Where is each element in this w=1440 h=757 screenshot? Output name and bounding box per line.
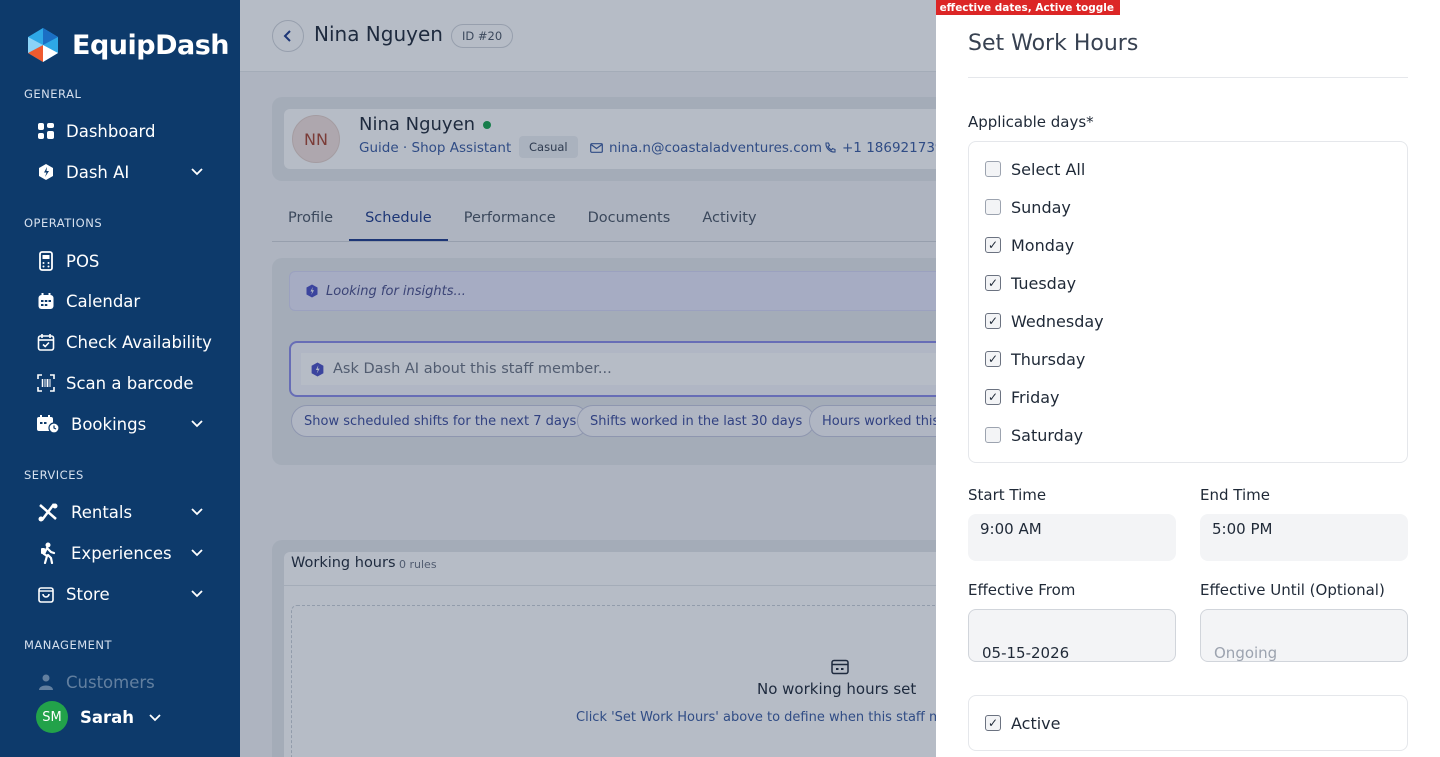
checkbox-label: Tuesday — [1011, 273, 1077, 293]
sidebar-item-bookings[interactable]: Bookings — [36, 408, 216, 440]
checkmark-icon[interactable]: ✓ — [985, 275, 1001, 291]
sidebar-item-scan-barcode[interactable]: Scan a barcode — [36, 367, 216, 399]
chevron-down-icon — [191, 590, 203, 598]
sidebar-item-label: Scan a barcode — [66, 373, 194, 393]
checkbox[interactable] — [985, 199, 1001, 215]
sidebar-item-label: Customers — [66, 672, 155, 692]
sidebar-item-dash-ai[interactable]: Dash AI — [36, 156, 216, 188]
active-toggle-box: ✓ Active — [968, 695, 1408, 751]
chevron-down-icon — [191, 549, 203, 557]
sidebar-item-label: Bookings — [71, 414, 147, 434]
sidebar-item-dashboard[interactable]: Dashboard — [36, 115, 216, 147]
brand-logo[interactable]: EquipDash — [24, 26, 230, 64]
section-services: SERVICES — [24, 468, 84, 482]
sidebar-item-label: Store — [66, 584, 110, 604]
calendar-icon — [36, 291, 56, 311]
sidebar-item-label: Check Availability — [66, 332, 212, 352]
chevron-down-icon — [191, 420, 203, 428]
avatar: SM — [36, 701, 68, 733]
pos-icon — [36, 251, 56, 271]
shopping-bag-icon — [36, 584, 56, 604]
checkbox-label: Monday — [1011, 235, 1075, 255]
checkbox-monday[interactable]: ✓ Monday — [985, 233, 1074, 257]
checkbox-label: Select All — [1011, 159, 1086, 179]
sidebar-item-label: Rentals — [71, 502, 133, 522]
calendar-check-icon — [36, 332, 56, 352]
checkbox-label: Wednesday — [1011, 311, 1104, 331]
start-time-input[interactable]: 9:00 AM — [968, 514, 1176, 561]
sidebar-item-store[interactable]: Store — [36, 578, 216, 610]
checkbox[interactable] — [985, 427, 1001, 443]
sidebar-item-label: POS — [66, 251, 100, 271]
checkbox-label: Thursday — [1011, 349, 1086, 369]
user-menu[interactable]: SM Sarah — [36, 701, 162, 733]
sidebar-item-customers[interactable]: Customers — [36, 666, 216, 698]
checkmark-icon[interactable]: ✓ — [985, 715, 1001, 731]
checkbox-tuesday[interactable]: ✓ Tuesday — [985, 271, 1076, 295]
end-time-input[interactable]: 5:00 PM — [1200, 514, 1408, 561]
checkmark-icon[interactable]: ✓ — [985, 351, 1001, 367]
checkbox-label: Friday — [1011, 387, 1060, 407]
sidebar: EquipDash GENERAL Dashboard Dash AI OPER… — [0, 0, 240, 757]
chevron-down-icon — [149, 714, 161, 722]
sidebar-item-experiences[interactable]: Experiences — [36, 537, 216, 569]
sidebar-item-rentals[interactable]: Rentals — [36, 496, 216, 528]
dashboard-icon — [36, 121, 56, 141]
checkbox-select-all[interactable]: Select All — [985, 157, 1085, 181]
checkbox-thursday[interactable]: ✓ Thursday — [985, 347, 1085, 371]
sidebar-item-label: Calendar — [66, 291, 141, 311]
checkbox-active[interactable]: ✓ Active — [985, 711, 1061, 735]
set-work-hours-drawer: Set Work Hours Applicable days* Select A… — [936, 0, 1440, 757]
chevron-down-icon — [191, 508, 203, 516]
section-management: MANAGEMENT — [24, 638, 113, 652]
sidebar-item-label: Dashboard — [66, 121, 156, 141]
applicable-days-box: Select All Sunday ✓ Monday ✓ Tuesday ✓ W… — [968, 141, 1408, 463]
sidebar-item-pos[interactable]: POS — [36, 245, 216, 277]
checkmark-icon[interactable]: ✓ — [985, 389, 1001, 405]
checkbox-wednesday[interactable]: ✓ Wednesday — [985, 309, 1104, 333]
user-name: Sarah — [80, 707, 135, 727]
effective-from-input[interactable]: 05-15-2026 — [968, 609, 1176, 662]
checkmark-icon[interactable]: ✓ — [985, 237, 1001, 253]
effective-until-input[interactable]: Ongoing — [1200, 609, 1408, 662]
dash-ai-icon — [36, 162, 56, 182]
barcode-scan-icon — [36, 373, 56, 393]
checkmark-icon[interactable]: ✓ — [985, 313, 1001, 329]
annotation-tag: ge, effective dates, Active toggle — [936, 0, 1120, 15]
checkbox-label: Sunday — [1011, 197, 1071, 217]
end-time-label: End Time — [1200, 486, 1270, 504]
drawer-divider — [968, 77, 1408, 78]
checkbox-friday[interactable]: ✓ Friday — [985, 385, 1060, 409]
customers-icon — [36, 672, 56, 692]
section-operations: OPERATIONS — [24, 216, 103, 230]
equipdash-logo-icon — [28, 28, 58, 62]
brand-name: EquipDash — [72, 29, 230, 61]
checkbox-label: Active — [1011, 713, 1061, 733]
start-time-label: Start Time — [968, 486, 1047, 504]
chevron-down-icon — [191, 168, 203, 176]
checkbox[interactable] — [985, 161, 1001, 177]
section-general: GENERAL — [24, 87, 82, 101]
checkbox-saturday[interactable]: Saturday — [985, 423, 1083, 447]
effective-from-value: 05-15-2026 — [982, 644, 1070, 662]
sidebar-item-label: Experiences — [71, 543, 172, 563]
sidebar-item-calendar[interactable]: Calendar — [36, 285, 216, 317]
effective-until-label: Effective Until (Optional) — [1200, 581, 1385, 599]
checkbox-label: Saturday — [1011, 425, 1084, 445]
effective-until-placeholder: Ongoing — [1214, 644, 1278, 662]
checkbox-sunday[interactable]: Sunday — [985, 195, 1071, 219]
sidebar-item-check-availability[interactable]: Check Availability — [36, 326, 216, 358]
applicable-days-label: Applicable days* — [968, 113, 1094, 131]
drawer-title: Set Work Hours — [968, 31, 1139, 56]
rentals-icon — [36, 502, 60, 522]
sidebar-item-label: Dash AI — [66, 162, 130, 182]
hiker-icon — [36, 542, 60, 564]
bookings-icon — [36, 414, 60, 434]
effective-from-label: Effective From — [968, 581, 1076, 599]
